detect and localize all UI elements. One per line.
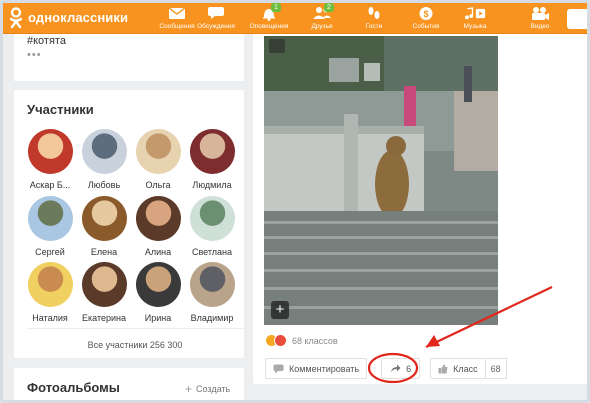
top-navigation-bar: одноклассники Сообщения Обсуждения 1 Опо… [3,3,587,34]
notification-badge: 1 [271,3,281,12]
envelope-icon [166,5,188,21]
avatar[interactable] [27,262,73,307]
avatar[interactable] [81,196,127,241]
thumb-up-icon [438,364,448,374]
nav-label: Обсуждения [197,23,235,30]
reactions-summary[interactable]: 68 классов [265,334,338,347]
nav-events[interactable]: $ События [400,5,452,33]
nav-label: Музыка [463,23,487,30]
nav-guests[interactable]: Гости [348,5,400,33]
participant-item[interactable]: Владимир [184,262,240,323]
post-actions: Комментировать 6 Класс 68 [265,358,511,379]
share-arrow-icon [390,364,401,373]
avatar[interactable] [135,262,181,307]
footprints-icon [363,5,385,21]
screenshot-frame: одноклассники Сообщения Обсуждения 1 Опо… [0,0,590,403]
avatar[interactable] [27,129,73,174]
search-button[interactable] [567,9,587,29]
participant-item[interactable]: Ольга [130,129,186,190]
avatar[interactable] [81,262,127,307]
participant-name[interactable]: Сергей [35,247,65,257]
more-menu[interactable]: ••• [27,49,42,61]
likes-count: 68 классов [292,335,338,346]
class-count: 68 [485,358,507,379]
participants-title: Участники [27,102,94,117]
plus-icon: + [185,382,193,396]
nav-notifications[interactable]: 1 Оповещения [243,3,295,33]
participant-name[interactable]: Любовь [88,180,120,190]
comment-label: Комментировать [289,363,360,374]
participant-item[interactable]: Любовь [76,129,132,190]
comment-icon [273,364,284,374]
friends-badge: 2 [324,3,334,12]
add-to-album-button[interactable]: + [271,301,289,319]
friends-icon: 2 [311,3,334,21]
nav-label: События [412,23,440,30]
participant-item[interactable]: Алина [130,196,186,257]
avatar[interactable] [189,196,235,241]
all-participants-link[interactable]: Все участники 256 300 [27,340,243,350]
nav-video[interactable]: Видео [514,5,566,33]
nav-label: Друзья [311,23,333,30]
participant-name[interactable]: Ирина [145,313,171,323]
participant-item[interactable]: Светлана [184,196,240,257]
participant-name[interactable]: Аскар Б... [30,180,71,190]
share-button[interactable]: 6 [381,358,421,379]
nav-label: Видео [530,23,550,30]
avatar[interactable] [27,196,73,241]
nav-label: Оповещения [249,23,289,30]
participant-item[interactable]: Ирина [130,262,186,323]
participant-item[interactable]: Екатерина [76,262,132,323]
avatar[interactable] [189,262,235,307]
avatar[interactable] [135,196,181,241]
albums-title: Фотоальбомы [27,380,120,395]
participant-name[interactable]: Людмила [192,180,231,190]
participant-item[interactable]: Елена [76,196,132,257]
divider [27,328,243,329]
participant-item[interactable]: Наталия [22,262,78,323]
nav-music[interactable]: Музыка [449,5,501,33]
participant-name[interactable]: Ольга [146,180,171,190]
participant-name[interactable]: Екатерина [82,313,126,323]
comment-button[interactable]: Комментировать [265,358,368,379]
participant-name[interactable]: Владимир [191,313,234,323]
bell-icon: 1 [258,3,281,21]
participant-item[interactable]: Аскар Б... [22,129,78,190]
nav-discussions[interactable]: Обсуждения [190,5,242,33]
avatar[interactable] [189,129,235,174]
class-button[interactable]: Класс [430,358,486,379]
participant-name[interactable]: Алина [145,247,171,257]
video-frame-scene [264,36,498,325]
gift-icon[interactable] [269,39,285,53]
chat-icon [205,5,227,21]
events-icon: $ [415,5,437,21]
stairs [264,211,498,325]
participant-item[interactable]: Людмила [184,129,240,190]
video-player[interactable] [264,36,498,325]
hashtag[interactable]: #котята [27,35,66,47]
create-album-label: Создать [196,384,231,394]
svg-text:$: $ [423,9,428,19]
avatar[interactable] [135,129,181,174]
music-icon [464,5,486,21]
ok-logo-icon [9,7,23,29]
participant-name[interactable]: Елена [91,247,117,257]
participant-item[interactable]: Сергей [22,196,78,257]
participant-name[interactable]: Светлана [192,247,232,257]
avatar[interactable] [81,129,127,174]
participant-name[interactable]: Наталия [32,313,68,323]
class-label: Класс [453,363,478,374]
share-count: 6 [406,363,412,374]
logo[interactable]: одноклассники [9,7,129,29]
nav-friends[interactable]: 2 Друзья [296,3,348,33]
video-icon [529,5,551,21]
heart-reaction-icon [274,334,287,347]
logo-text: одноклассники [28,9,129,25]
nav-label: Гости [365,23,383,30]
create-album-button[interactable]: + Создать [185,382,230,396]
